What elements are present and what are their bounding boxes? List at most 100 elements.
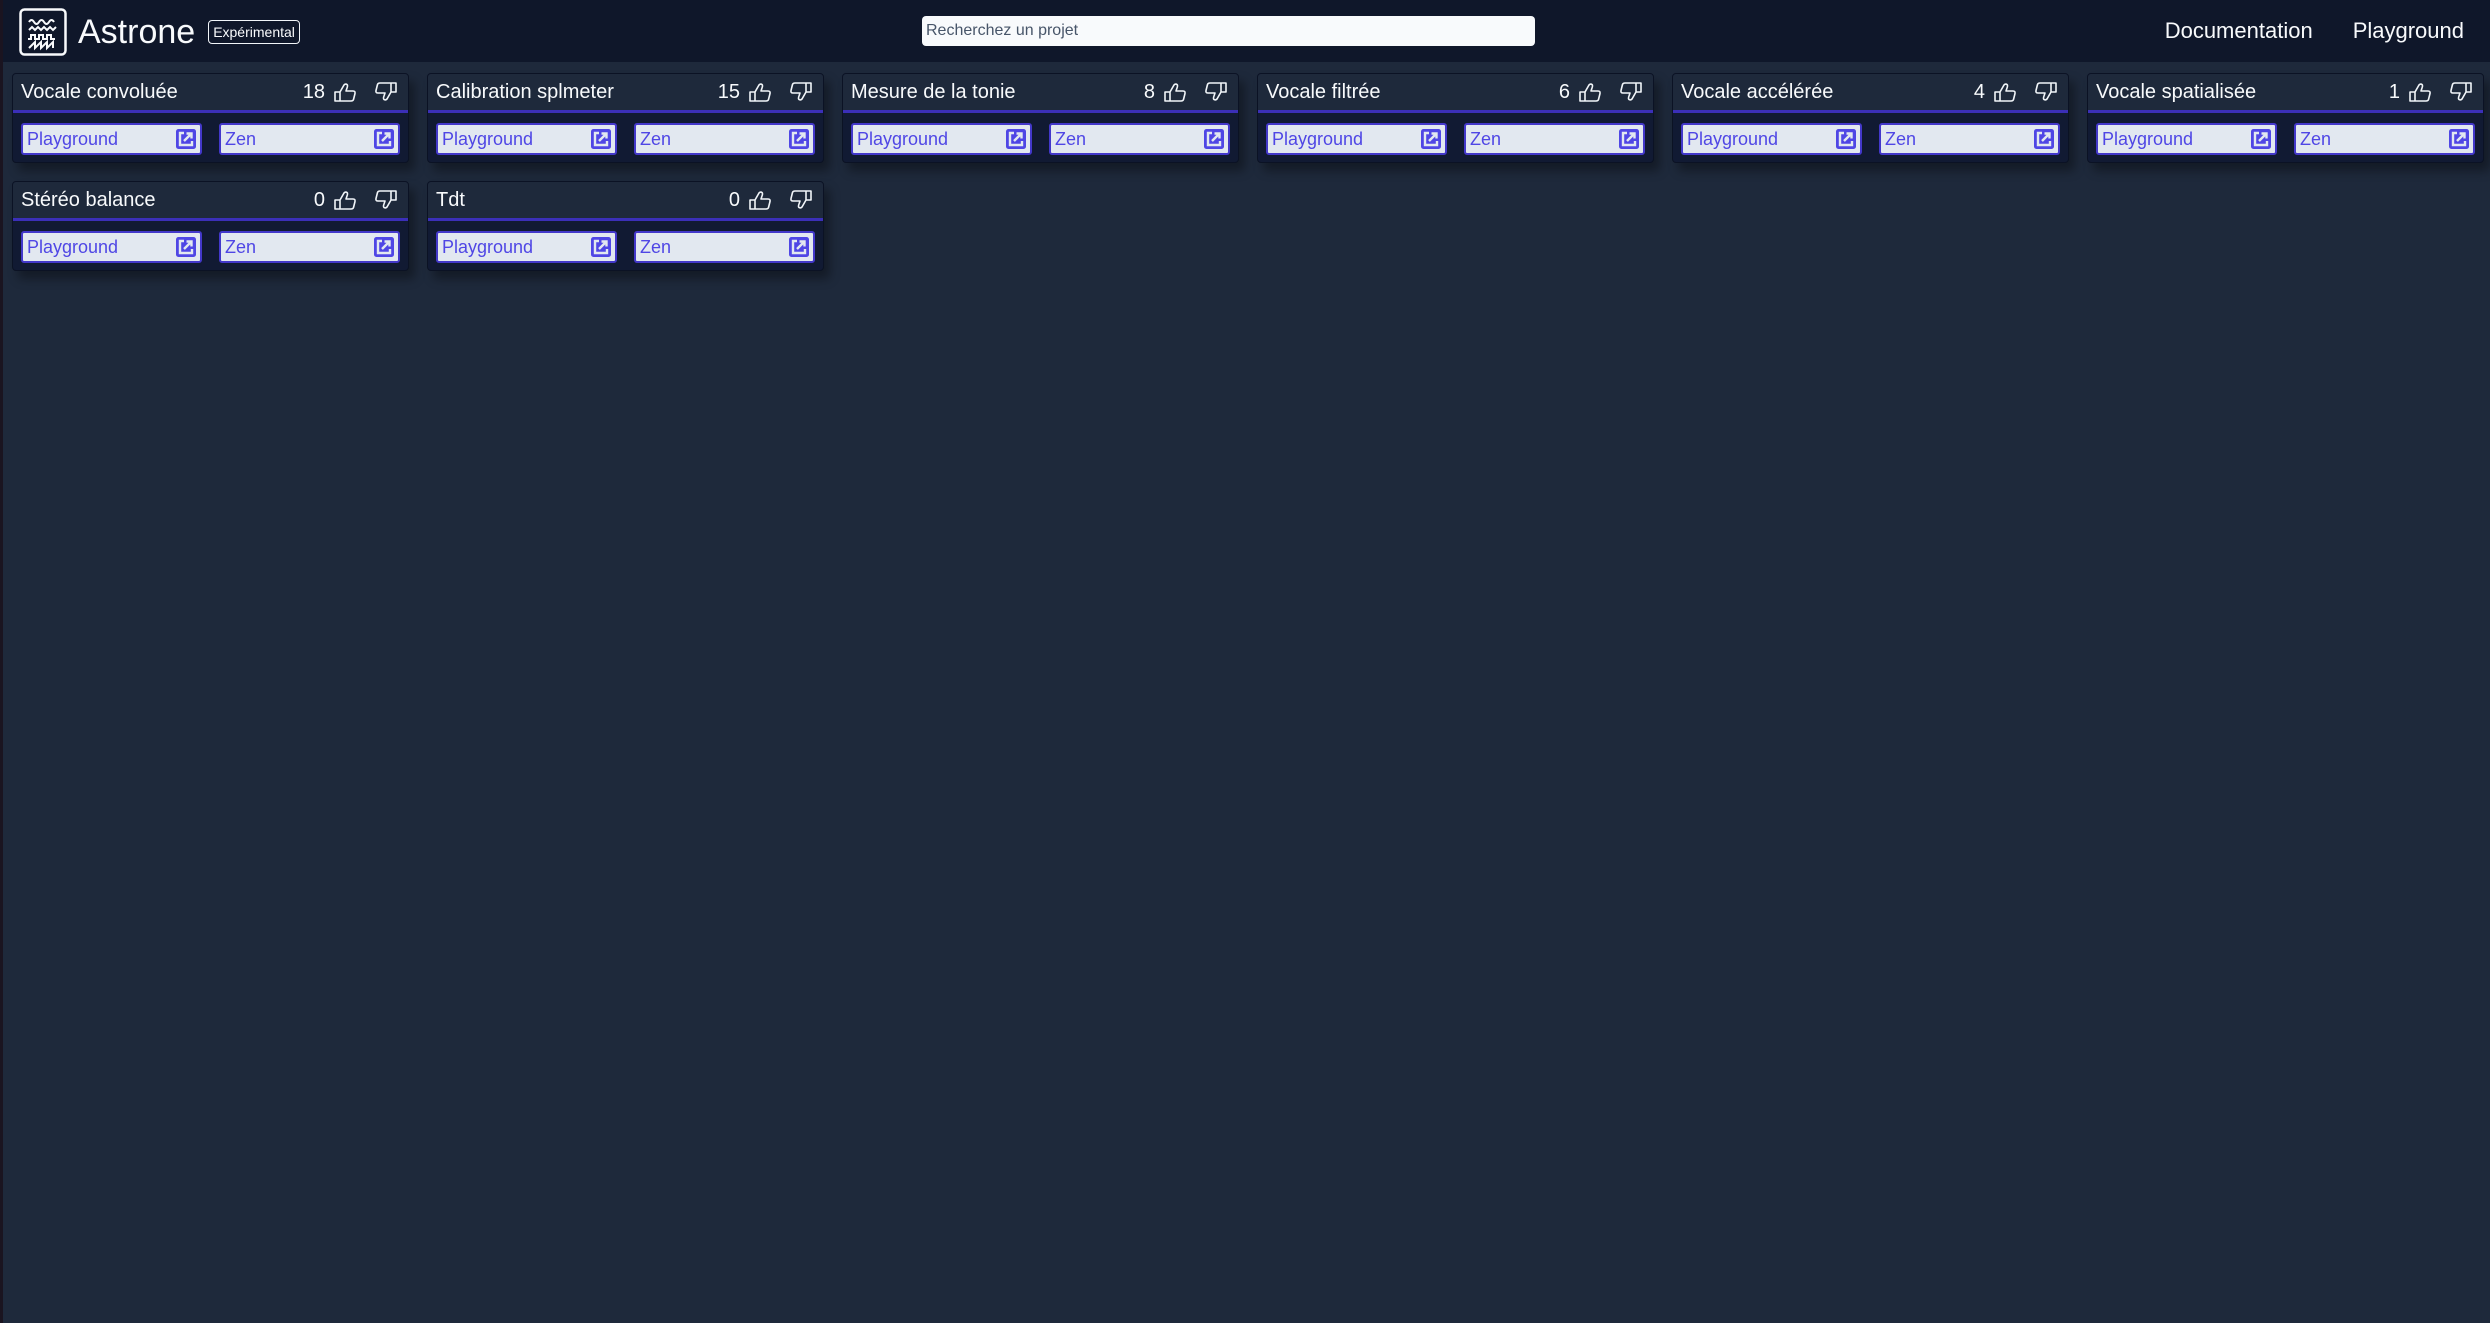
project-links: Playground Zen	[13, 221, 408, 263]
external-link-icon	[176, 129, 196, 149]
external-link-icon	[591, 237, 611, 257]
open-playground-button[interactable]: Playground	[21, 123, 202, 155]
open-playground-button[interactable]: Playground	[1681, 123, 1862, 155]
nav-documentation[interactable]: Documentation	[2165, 18, 2313, 44]
downvote-button[interactable]	[374, 81, 398, 103]
link-label: Playground	[857, 128, 949, 149]
project-title: Mesure de la tonie	[851, 80, 1016, 103]
app-title: Astrone	[78, 13, 196, 51]
thumbs-up-icon	[749, 83, 771, 102]
external-link-icon	[591, 129, 611, 149]
open-zen-button[interactable]: Zen	[634, 231, 815, 263]
top-nav: Documentation Playground	[2165, 0, 2464, 62]
link-label: Zen	[640, 236, 672, 257]
downvote-button[interactable]	[1204, 81, 1228, 103]
project-title: Vocale accélérée	[1681, 80, 1834, 103]
upvote-button[interactable]	[1993, 81, 2017, 103]
vote-controls: 18	[303, 81, 398, 104]
link-label: Playground	[27, 128, 119, 149]
project-links: Playground Zen	[428, 221, 823, 263]
external-link-icon	[1619, 129, 1639, 149]
project-card-header: Vocale filtrée 6	[1258, 74, 1653, 113]
brand[interactable]: Astrone Expérimental	[19, 8, 300, 56]
project-links: Playground Zen	[13, 113, 408, 155]
open-zen-button[interactable]: Zen	[1879, 123, 2060, 155]
vote-controls: 15	[718, 81, 813, 104]
project-card-header: Mesure de la tonie 8	[843, 74, 1238, 113]
external-link-icon	[2034, 129, 2054, 149]
downvote-button[interactable]	[2034, 81, 2058, 103]
vote-count: 1	[2388, 80, 2400, 103]
open-playground-button[interactable]: Playground	[851, 123, 1032, 155]
project-title: Calibration splmeter	[436, 80, 614, 103]
vote-count: 0	[313, 188, 325, 211]
nav-playground[interactable]: Playground	[2353, 18, 2464, 44]
upvote-button[interactable]	[1163, 81, 1187, 103]
project-card-header: Vocale accélérée 4	[1673, 74, 2068, 113]
external-link-icon	[1204, 129, 1224, 149]
project-title: Vocale convoluée	[21, 80, 178, 103]
project-links: Playground Zen	[1258, 113, 1653, 155]
project-card: Calibration splmeter 15 Playground Zen	[427, 73, 824, 163]
top-bar: Astrone Expérimental Documentation Playg…	[0, 0, 2490, 62]
open-playground-button[interactable]: Playground	[1266, 123, 1447, 155]
vote-controls: 0	[729, 189, 813, 212]
project-title: Stéréo balance	[21, 188, 156, 211]
project-title: Tdt	[436, 188, 465, 211]
vote-count: 8	[1143, 80, 1155, 103]
link-label: Playground	[2102, 128, 2194, 149]
upvote-button[interactable]	[333, 189, 357, 211]
open-playground-button[interactable]: Playground	[436, 123, 617, 155]
experimental-badge: Expérimental	[208, 20, 300, 44]
thumbs-up-icon	[334, 83, 356, 102]
open-playground-button[interactable]: Playground	[436, 231, 617, 263]
downvote-button[interactable]	[789, 81, 813, 103]
project-title: Vocale filtrée	[1266, 80, 1381, 103]
vote-count: 18	[302, 80, 325, 103]
project-card-header: Vocale convoluée 18	[13, 74, 408, 113]
open-zen-button[interactable]: Zen	[634, 123, 815, 155]
search-input[interactable]	[922, 16, 1535, 46]
link-label: Zen	[2300, 128, 2332, 149]
thumbs-down-icon	[375, 190, 397, 209]
upvote-button[interactable]	[2408, 81, 2432, 103]
external-link-icon	[2251, 129, 2271, 149]
upvote-button[interactable]	[748, 189, 772, 211]
link-label: Playground	[442, 236, 534, 257]
thumbs-down-icon	[1205, 82, 1227, 101]
window-edge	[0, 0, 3, 1323]
external-link-icon	[2449, 129, 2469, 149]
external-link-icon	[789, 237, 809, 257]
project-card-header: Calibration splmeter 15	[428, 74, 823, 113]
vote-controls: 8	[1144, 81, 1228, 104]
link-label: Zen	[1055, 128, 1087, 149]
vote-controls: 6	[1559, 81, 1643, 104]
upvote-button[interactable]	[333, 81, 357, 103]
project-links: Playground Zen	[428, 113, 823, 155]
thumbs-down-icon	[1620, 82, 1642, 101]
vote-count: 4	[1973, 80, 1985, 103]
project-card: Vocale convoluée 18 Playground Zen	[12, 73, 409, 163]
upvote-button[interactable]	[1578, 81, 1602, 103]
external-link-icon	[1421, 129, 1441, 149]
open-playground-button[interactable]: Playground	[21, 231, 202, 263]
project-card: Vocale spatialisée 1 Playground Zen	[2087, 73, 2484, 163]
open-zen-button[interactable]: Zen	[219, 231, 400, 263]
open-zen-button[interactable]: Zen	[1049, 123, 1230, 155]
open-playground-button[interactable]: Playground	[2096, 123, 2277, 155]
open-zen-button[interactable]: Zen	[219, 123, 400, 155]
downvote-button[interactable]	[1619, 81, 1643, 103]
downvote-button[interactable]	[2449, 81, 2473, 103]
thumbs-down-icon	[2035, 82, 2057, 101]
downvote-button[interactable]	[789, 189, 813, 211]
vote-count: 6	[1558, 80, 1570, 103]
upvote-button[interactable]	[748, 81, 772, 103]
downvote-button[interactable]	[374, 189, 398, 211]
link-label: Zen	[1470, 128, 1502, 149]
external-link-icon	[374, 129, 394, 149]
open-zen-button[interactable]: Zen	[1464, 123, 1645, 155]
open-zen-button[interactable]: Zen	[2294, 123, 2475, 155]
thumbs-down-icon	[2450, 82, 2472, 101]
waveforms-logo-icon	[19, 8, 67, 56]
project-card: Vocale accélérée 4 Playground Zen	[1672, 73, 2069, 163]
